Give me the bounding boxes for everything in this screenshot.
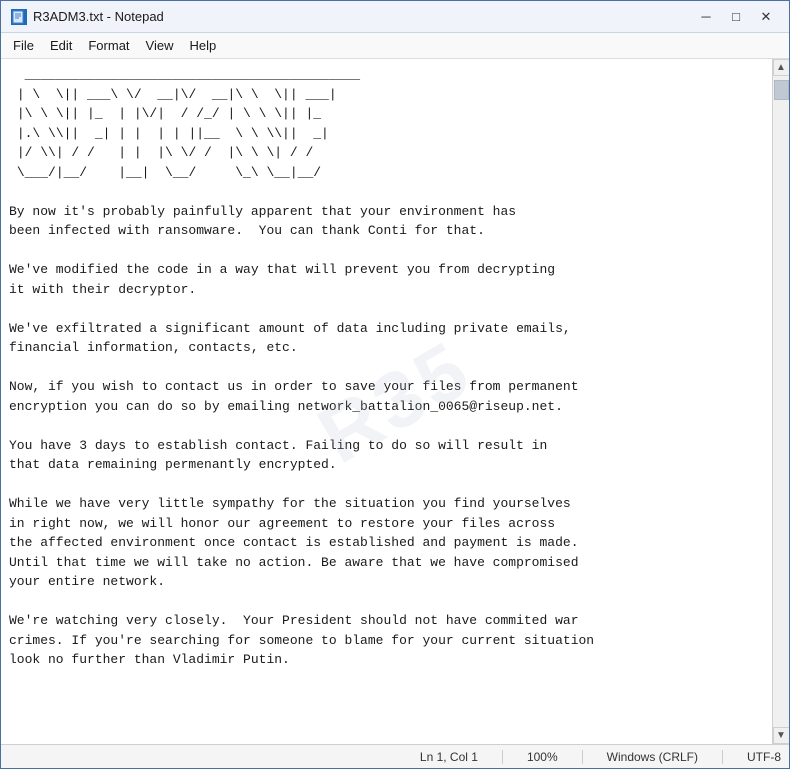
zoom-status: 100% xyxy=(527,750,558,764)
window-title: R3ADM3.txt - Notepad xyxy=(33,9,164,24)
status-bar: Ln 1, Col 1 100% Windows (CRLF) UTF-8 xyxy=(1,744,789,768)
scrollbar-right[interactable]: ▲ ▼ xyxy=(772,59,789,744)
notepad-window: R3ADM3.txt - Notepad ─ □ ✕ File Edit For… xyxy=(0,0,790,769)
menu-edit[interactable]: Edit xyxy=(42,36,80,55)
editor-area: ________________________________________… xyxy=(1,59,789,744)
menu-format[interactable]: Format xyxy=(80,36,137,55)
maximize-button[interactable]: □ xyxy=(723,7,749,27)
encoding-status: UTF-8 xyxy=(747,750,781,764)
window-controls: ─ □ ✕ xyxy=(693,7,779,27)
scroll-up-arrow[interactable]: ▲ xyxy=(773,59,790,76)
notepad-icon xyxy=(11,9,27,25)
status-divider-1 xyxy=(502,750,503,764)
menu-help[interactable]: Help xyxy=(181,36,224,55)
title-bar-left: R3ADM3.txt - Notepad xyxy=(11,9,164,25)
menu-view[interactable]: View xyxy=(138,36,182,55)
close-button[interactable]: ✕ xyxy=(753,7,779,27)
minimize-button[interactable]: ─ xyxy=(693,7,719,27)
menu-bar: File Edit Format View Help xyxy=(1,33,789,59)
scroll-down-arrow[interactable]: ▼ xyxy=(773,727,790,744)
text-editor[interactable]: ________________________________________… xyxy=(1,59,772,744)
menu-file[interactable]: File xyxy=(5,36,42,55)
line-ending-status: Windows (CRLF) xyxy=(607,750,698,764)
scrollbar-thumb[interactable] xyxy=(774,80,789,100)
ln-col-status: Ln 1, Col 1 xyxy=(420,750,478,764)
status-divider-2 xyxy=(582,750,583,764)
title-bar: R3ADM3.txt - Notepad ─ □ ✕ xyxy=(1,1,789,33)
status-divider-3 xyxy=(722,750,723,764)
